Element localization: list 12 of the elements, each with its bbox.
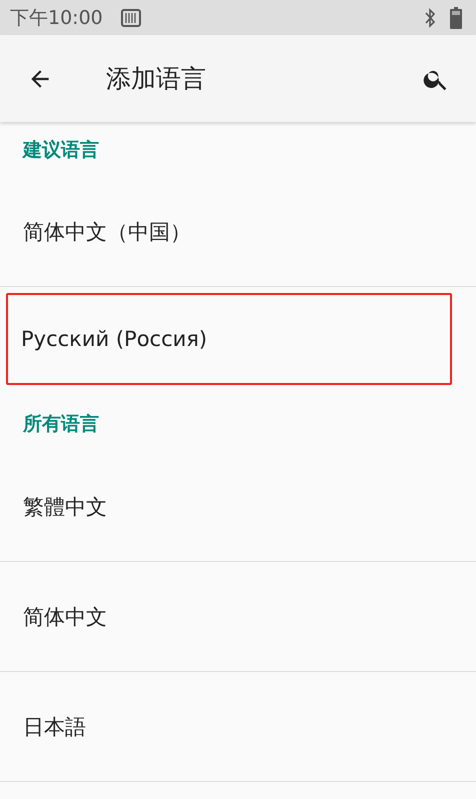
battery-icon bbox=[450, 6, 462, 28]
language-item[interactable]: Русский (Россия) bbox=[6, 293, 452, 385]
language-item[interactable]: 简体中文 bbox=[0, 562, 476, 672]
language-item[interactable]: 繁體中文 bbox=[0, 452, 476, 562]
status-time: 下午10:00 bbox=[10, 6, 103, 30]
language-item[interactable]: 简体中文（中国） bbox=[0, 177, 476, 287]
bluetooth-icon bbox=[424, 8, 436, 28]
section-header: 所有语言 bbox=[23, 412, 99, 436]
section-header: 建议语言 bbox=[23, 138, 99, 162]
language-item[interactable]: 日本語 bbox=[0, 672, 476, 782]
page-title: 添加语言 bbox=[106, 63, 207, 95]
barcode-icon bbox=[120, 8, 141, 26]
